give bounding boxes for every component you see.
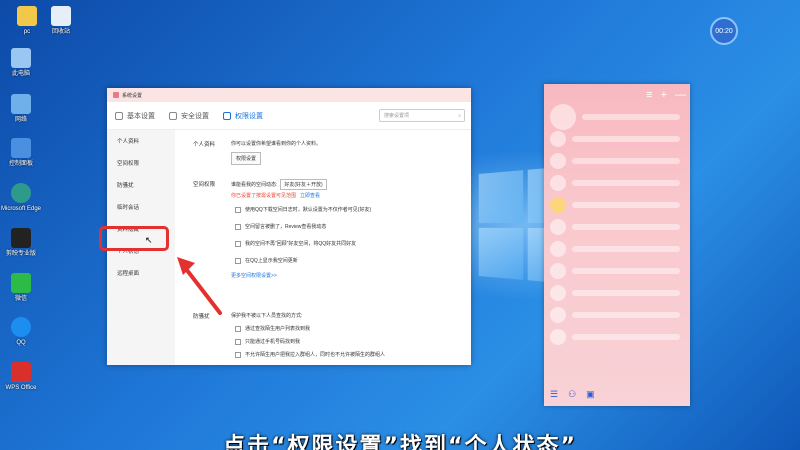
recording-timer[interactable]: 00:20 xyxy=(710,17,738,45)
list-item[interactable] xyxy=(544,238,690,260)
harass-option-1[interactable]: 通过查找陌生用户列表找到我 xyxy=(235,325,310,332)
profile-permission-button[interactable]: 权限设置 xyxy=(231,152,262,165)
space-option-1[interactable]: 使用QQ下载空间日志时，默认设置为不仅作者可见(好友) xyxy=(235,206,371,213)
desktop-icon-wps[interactable]: WPS Office xyxy=(0,362,46,392)
list-item[interactable] xyxy=(544,260,690,282)
space-visibility-select[interactable]: 好友(好友＋开放) xyxy=(280,179,327,190)
sidebar-item-space[interactable]: 空间权限 xyxy=(107,152,175,174)
list-item[interactable] xyxy=(544,172,690,194)
sidebar-item-harass[interactable]: 防骚扰 xyxy=(107,174,175,196)
desktop-icon-wechat[interactable]: 微信 xyxy=(0,273,46,303)
minimize-icon[interactable]: — xyxy=(675,89,686,101)
avatar xyxy=(550,197,566,213)
edge-icon xyxy=(11,183,31,203)
folder-icon xyxy=(17,6,37,26)
desktop-icon-edge[interactable]: Microsoft Edge xyxy=(0,183,46,213)
tutorial-subtitle: 点击“权限设置”找到“个人状态” xyxy=(223,434,577,450)
desktop-icon-qq[interactable]: QQ xyxy=(0,317,46,347)
space-label: 空间权限 xyxy=(193,182,216,188)
avatar xyxy=(550,219,566,235)
desktop-icon-jianying[interactable]: 剪映专业版 xyxy=(0,228,46,258)
app-icon xyxy=(113,92,119,98)
list-item[interactable] xyxy=(544,216,690,238)
lock-icon xyxy=(223,111,231,120)
settings-title: 系统设置 xyxy=(122,92,143,99)
menu-icon[interactable]: ≡ xyxy=(646,89,652,101)
space-desc-row: 谁能看我的空间动态: 好友(好友＋开放) xyxy=(231,179,327,190)
avatar xyxy=(550,307,566,323)
network-icon xyxy=(11,94,31,114)
tab-security[interactable]: 安全设置 xyxy=(169,111,209,121)
profile-desc: 你可以设置你希望谁看到你的个人资料。 xyxy=(231,141,322,147)
search-input[interactable]: 搜索设置项 ⌕ xyxy=(379,109,465,122)
add-icon[interactable]: + xyxy=(661,89,667,101)
gear-icon xyxy=(115,111,123,120)
desktop-icon-network[interactable]: 网络 xyxy=(0,94,46,124)
checkbox[interactable] xyxy=(235,223,241,230)
sidebar-item-remote[interactable]: 远程桌面 xyxy=(107,262,175,284)
recycle-bin-icon xyxy=(51,6,71,26)
list-item[interactable] xyxy=(544,150,690,172)
wps-icon xyxy=(11,362,31,382)
avatar xyxy=(550,104,576,130)
chat-panel-header: ≡ + — xyxy=(544,84,690,106)
computer-icon xyxy=(11,48,31,68)
avatar xyxy=(550,175,566,191)
checkbox[interactable] xyxy=(235,206,241,213)
checkbox[interactable] xyxy=(235,338,241,345)
desktop-icon-recycle[interactable]: 回收站 xyxy=(36,6,86,36)
avatar xyxy=(550,241,566,257)
annotation-arrow-icon xyxy=(177,257,222,315)
harass-desc: 保护我不被以下人员查找的方式: xyxy=(231,313,303,319)
search-icon: ⌕ xyxy=(458,112,461,119)
qq-chat-panel: ≡ + — ☰ ⚇ ▣ xyxy=(544,84,690,406)
harass-option-2[interactable]: 只能通过手机号码找到我 xyxy=(235,338,300,345)
desktop-icon-control-panel[interactable]: 控制面板 xyxy=(0,138,46,168)
list-item[interactable] xyxy=(544,104,690,130)
space-option-4[interactable]: 在QQ上显示我空间更新 xyxy=(235,257,298,264)
desktop-icons: pc 回收站 此电脑 网络 控制面板 Microsoft Edge 剪映专业版 … xyxy=(0,0,90,450)
space-option-3[interactable]: 我的空间不再“回顾”好友空间，将QQ好友共同好友 xyxy=(235,240,356,247)
checkbox[interactable] xyxy=(235,325,241,332)
list-item[interactable] xyxy=(544,128,690,150)
avatar xyxy=(550,263,566,279)
list-item[interactable] xyxy=(544,304,690,326)
contacts-icon[interactable]: ⚇ xyxy=(568,389,576,400)
settings-titlebar[interactable]: 系统设置 xyxy=(107,88,471,102)
tab-permission[interactable]: 权限设置 xyxy=(223,111,263,121)
harass-option-3[interactable]: 不允许陌生用户把我拉入群组人，同时也不允许被陌生的群组人 xyxy=(235,351,385,358)
qq-icon xyxy=(11,317,31,337)
sidebar-item-temp-chat[interactable]: 临时会话 xyxy=(107,196,175,218)
list-item[interactable] xyxy=(544,326,690,348)
highlight-box xyxy=(99,226,169,251)
desktop-icon-this-pc[interactable]: 此电脑 xyxy=(0,48,46,78)
chat-panel-footer: ☰ ⚇ ▣ xyxy=(550,389,595,400)
list-item[interactable] xyxy=(544,282,690,304)
avatar xyxy=(550,131,566,147)
checkbox[interactable] xyxy=(235,257,241,264)
avatar xyxy=(550,329,566,345)
settings-main: 个人资料 你可以设置你希望谁看到你的个人资料。 权限设置 空间权限 谁能看我的空… xyxy=(179,130,469,365)
more-space-settings-link[interactable]: 更多空间权限设置>> xyxy=(231,272,277,279)
checkbox[interactable] xyxy=(235,240,241,247)
wechat-icon xyxy=(11,273,31,293)
profile-label: 个人资料 xyxy=(193,142,216,148)
checkbox[interactable] xyxy=(235,351,241,358)
menu-icon[interactable]: ☰ xyxy=(550,389,558,400)
space-warning-row: 你已设置了按需设置可见范围 立即查看 xyxy=(231,192,321,199)
tab-basic[interactable]: 基本设置 xyxy=(115,111,155,121)
shield-icon xyxy=(169,111,177,120)
mouse-cursor-icon: ↖ xyxy=(145,235,153,245)
settings-tabbar: 基本设置 安全设置 权限设置 搜索设置项 ⌕ xyxy=(107,102,471,130)
list-item[interactable] xyxy=(544,194,690,216)
file-icon[interactable]: ▣ xyxy=(586,389,595,400)
sidebar-item-profile[interactable]: 个人资料 xyxy=(107,130,175,152)
avatar xyxy=(550,285,566,301)
avatar xyxy=(550,153,566,169)
jianying-icon xyxy=(11,228,31,248)
control-panel-icon xyxy=(11,138,31,158)
space-option-2[interactable]: 空间留言被删了，Review查看我动态 xyxy=(235,223,326,230)
view-now-link[interactable]: 立即查看 xyxy=(300,192,320,199)
